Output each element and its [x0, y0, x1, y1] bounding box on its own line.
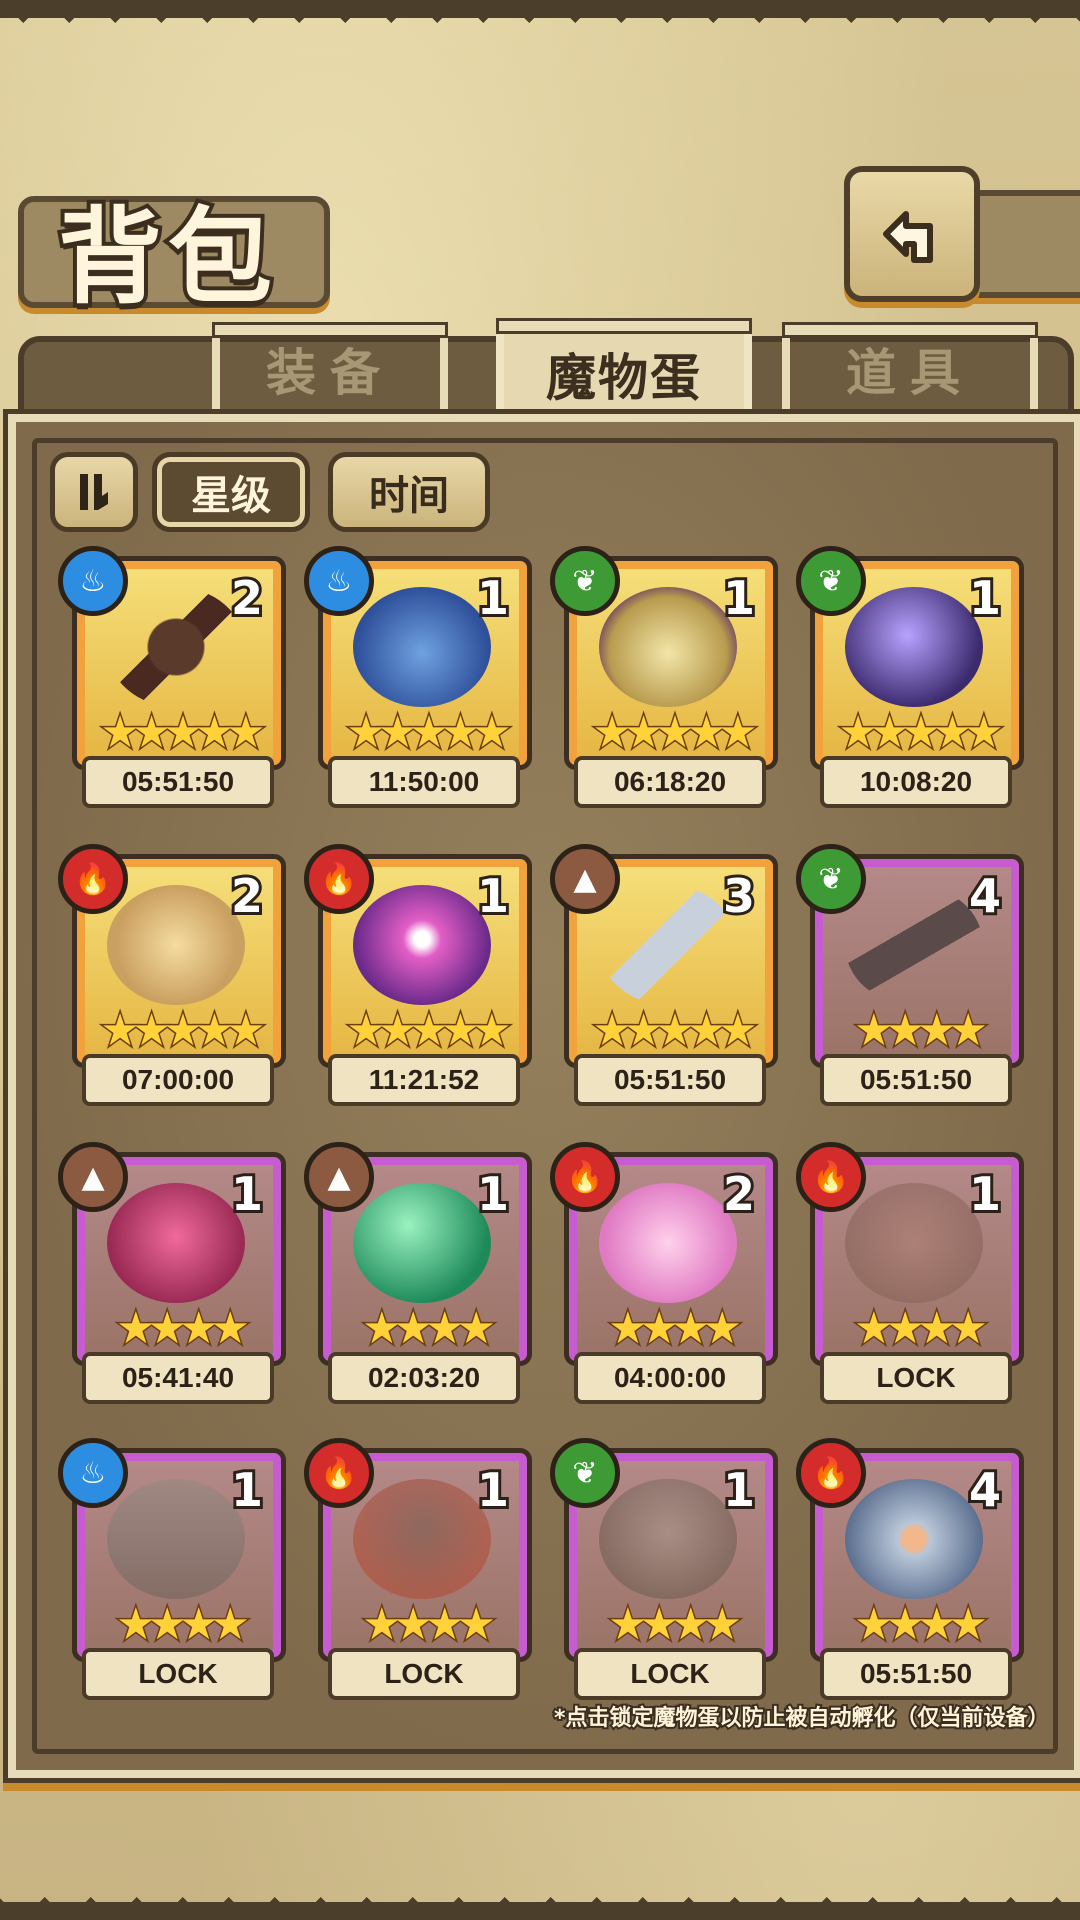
hatch-timer: 07:00:00 [82, 1054, 274, 1106]
egg-count: 1 [474, 1164, 512, 1224]
star-rating: ★★★★★ [591, 707, 759, 758]
sort-by-star-label: 星级 [191, 473, 271, 519]
star-rating: ★★★★★ [837, 707, 1005, 758]
egg-image-staff [107, 587, 245, 707]
egg-count: 4 [966, 866, 1004, 926]
egg-image-sword [599, 885, 737, 1005]
sort-by-star-button[interactable]: 星级 [152, 452, 310, 532]
lock-label[interactable]: LOCK [82, 1648, 274, 1700]
egg-image-ship [107, 1479, 245, 1599]
water-element-icon: ♨ [304, 546, 374, 616]
lock-hint-note: *点击锁定魔物蛋以防止被自动孵化（仅当前设备） [552, 1704, 1052, 1733]
egg-count: 1 [966, 568, 1004, 628]
fire-element-icon: 🔥 [550, 1142, 620, 1212]
tab-equipment-label: 装备 [266, 344, 394, 402]
leaf-element-icon: ❦ [550, 1438, 620, 1508]
egg-count: 1 [720, 1460, 758, 1520]
page-title: 背包 [54, 191, 279, 322]
hatch-timer: 05:51:50 [820, 1054, 1012, 1106]
earth-element-icon: ▲ [550, 844, 620, 914]
hatch-timer: 05:41:40 [82, 1352, 274, 1404]
egg-image-thorn-egg [107, 1183, 245, 1303]
egg-image-shark [353, 587, 491, 707]
top-border [0, 0, 1080, 46]
star-rating: ★★★★ [853, 1303, 990, 1354]
lock-label[interactable]: LOCK [820, 1352, 1012, 1404]
hatch-timer: 05:51:50 [574, 1054, 766, 1106]
tab-equipment[interactable]: 装备 [212, 322, 448, 416]
fire-element-icon: 🔥 [304, 844, 374, 914]
lock-label[interactable]: LOCK [574, 1648, 766, 1700]
egg-count: 4 [966, 1460, 1004, 1520]
fire-element-icon: 🔥 [796, 1142, 866, 1212]
hatch-timer: 04:00:00 [574, 1352, 766, 1404]
hatch-timer: 10:08:20 [820, 756, 1012, 808]
tab-items-label: 道具 [846, 344, 974, 402]
egg-image-green-orb [353, 1183, 491, 1303]
egg-count: 3 [720, 866, 758, 926]
lock-label[interactable]: LOCK [328, 1648, 520, 1700]
hatch-timer: 11:50:00 [328, 756, 520, 808]
leaf-element-icon: ❦ [550, 546, 620, 616]
fire-element-icon: 🔥 [58, 844, 128, 914]
egg-image-eye-orb [353, 885, 491, 1005]
star-rating: ★★★★ [853, 1599, 990, 1650]
earth-element-icon: ▲ [58, 1142, 128, 1212]
star-rating: ★★★★★ [99, 1005, 267, 1056]
bottom-border [0, 1874, 1080, 1920]
water-element-icon: ♨ [58, 546, 128, 616]
hatch-timer: 05:51:50 [820, 1648, 1012, 1700]
leaf-element-icon: ❦ [796, 844, 866, 914]
sort-by-time-label: 时间 [369, 473, 449, 519]
egg-image-crystal-egg [845, 587, 983, 707]
egg-count: 1 [474, 866, 512, 926]
earth-element-icon: ▲ [304, 1142, 374, 1212]
egg-image-spike-egg [599, 1479, 737, 1599]
star-rating: ★★★★ [607, 1303, 744, 1354]
back-arrow-icon [883, 211, 933, 263]
star-rating: ★★★★ [115, 1303, 252, 1354]
egg-image-pink-slime [599, 1183, 737, 1303]
egg-image-lamp [599, 587, 737, 707]
egg-count: 1 [966, 1164, 1004, 1224]
egg-image-bat-egg [845, 1183, 983, 1303]
egg-image-tiger-egg [107, 885, 245, 1005]
star-rating: ★★★★★ [345, 1005, 513, 1056]
sort-by-time-button[interactable]: 时间 [328, 452, 490, 532]
star-rating: ★★★★ [853, 1005, 990, 1056]
water-element-icon: ♨ [58, 1438, 128, 1508]
leaf-element-icon: ❦ [796, 546, 866, 616]
egg-count: 2 [720, 1164, 758, 1224]
egg-count: 1 [474, 1460, 512, 1520]
fire-element-icon: 🔥 [304, 1438, 374, 1508]
star-rating: ★★★★ [607, 1599, 744, 1650]
sort-order-toggle[interactable] [50, 452, 138, 532]
hatch-timer: 11:21:52 [328, 1054, 520, 1106]
hatch-timer: 02:03:20 [328, 1352, 520, 1404]
star-rating: ★★★★ [115, 1599, 252, 1650]
sort-toggle-icon [80, 474, 108, 510]
tab-monster-eggs-label: 魔物蛋 [546, 349, 702, 407]
star-rating: ★★★★★ [345, 707, 513, 758]
hatch-timer: 05:51:50 [82, 756, 274, 808]
egg-count: 2 [228, 568, 266, 628]
egg-count: 1 [474, 568, 512, 628]
egg-image-lava-egg [353, 1479, 491, 1599]
egg-image-kunai [845, 885, 983, 1005]
star-rating: ★★★★ [361, 1303, 498, 1354]
fire-element-icon: 🔥 [796, 1438, 866, 1508]
tab-items[interactable]: 道具 [782, 322, 1038, 416]
egg-count: 1 [228, 1460, 266, 1520]
hatch-timer: 06:18:20 [574, 756, 766, 808]
egg-count: 2 [228, 866, 266, 926]
egg-count: 1 [720, 568, 758, 628]
egg-count: 1 [228, 1164, 266, 1224]
star-rating: ★★★★ [361, 1599, 498, 1650]
star-rating: ★★★★★ [591, 1005, 759, 1056]
star-rating: ★★★★★ [99, 707, 267, 758]
egg-image-shield [845, 1479, 983, 1599]
back-button[interactable] [844, 166, 980, 302]
